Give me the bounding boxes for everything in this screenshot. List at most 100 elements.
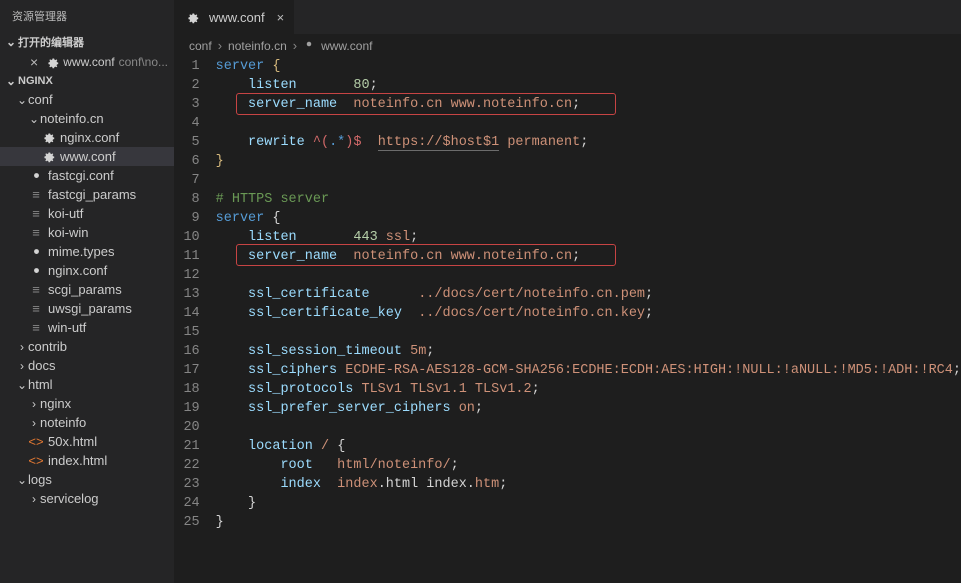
chevron-right-icon: › bbox=[293, 38, 297, 53]
tree-label: uwsgi_params bbox=[48, 301, 132, 316]
code-token: } bbox=[216, 154, 224, 169]
tree-label: scgi_params bbox=[48, 282, 122, 297]
gear-icon bbox=[303, 38, 315, 53]
code-token: ^( bbox=[313, 135, 329, 150]
code-token: { bbox=[272, 59, 280, 74]
breadcrumb-part: conf bbox=[189, 39, 212, 53]
tree-folder-conf[interactable]: ⌄ conf bbox=[0, 90, 174, 109]
code-token: permanent bbox=[507, 135, 580, 150]
breadcrumb-part: noteinfo.cn bbox=[228, 39, 287, 53]
tab-bar: www.conf × bbox=[175, 0, 961, 34]
tree-file-wwwconf[interactable]: www.conf bbox=[0, 147, 174, 166]
code-token: html/noteinfo/ bbox=[337, 458, 450, 473]
open-editors-header[interactable]: ⌄ 打开的编辑器 bbox=[0, 32, 174, 52]
code-token: index bbox=[337, 477, 378, 492]
line-numbers: 1234567891011121314151617181920212223242… bbox=[175, 57, 216, 583]
breadcrumb-part: www.conf bbox=[321, 39, 372, 53]
code-token: listen bbox=[248, 78, 297, 93]
code-token: } bbox=[248, 496, 256, 511]
chevron-right-icon: › bbox=[218, 38, 222, 53]
tree-file[interactable]: ≡ uwsgi_params bbox=[0, 299, 174, 318]
code-token: root bbox=[280, 458, 312, 473]
tree-label: win-utf bbox=[48, 320, 86, 335]
chevron-right-icon: › bbox=[28, 397, 40, 411]
tree-folder-html[interactable]: ⌄html bbox=[0, 375, 174, 394]
tree-label: html bbox=[28, 377, 53, 392]
tree-file[interactable]: ≡win-utf bbox=[0, 318, 174, 337]
chevron-down-icon: ⌄ bbox=[16, 378, 28, 392]
chevron-down-icon: ⌄ bbox=[28, 112, 40, 126]
tree-folder[interactable]: ›contrib bbox=[0, 337, 174, 356]
open-editor-item[interactable]: × www.conf conf\no... bbox=[0, 52, 174, 72]
close-icon[interactable]: × bbox=[30, 54, 42, 70]
editor[interactable]: 1234567891011121314151617181920212223242… bbox=[175, 57, 961, 583]
code-token: # HTTPS server bbox=[216, 192, 329, 207]
code-token: ; bbox=[370, 78, 378, 93]
tree-file-nginxconf[interactable]: nginx.conf bbox=[0, 128, 174, 147]
tree-file[interactable]: <>index.html bbox=[0, 451, 174, 470]
tree-label: docs bbox=[28, 358, 55, 373]
file-icon: ≡ bbox=[28, 187, 44, 202]
gear-icon bbox=[46, 55, 59, 69]
tree-file[interactable]: ≡koi-win bbox=[0, 223, 174, 242]
tree-label: conf bbox=[28, 92, 53, 107]
tree-file[interactable]: nginx.conf bbox=[0, 261, 174, 280]
gear-icon bbox=[185, 10, 199, 24]
code-token: 80 bbox=[353, 78, 369, 93]
code-token: server bbox=[216, 59, 265, 74]
code-token: ; bbox=[426, 344, 434, 359]
code-token: 443 bbox=[353, 230, 377, 245]
tree-label: 50x.html bbox=[48, 434, 97, 449]
tree-label: servicelog bbox=[40, 491, 99, 506]
code-token: ; bbox=[645, 306, 653, 321]
tree-file[interactable]: <> 50x.html bbox=[0, 432, 174, 451]
tree-file[interactable]: ≡koi-utf bbox=[0, 204, 174, 223]
gear-icon bbox=[28, 264, 44, 277]
html-icon: <> bbox=[28, 434, 44, 449]
code-area[interactable]: server { listen 80; server_name noteinfo… bbox=[216, 57, 961, 583]
code-token: ; bbox=[499, 477, 507, 492]
code-token: ; bbox=[532, 382, 540, 397]
tree-file[interactable]: ≡scgi_params bbox=[0, 280, 174, 299]
tree-folder-noteinfo[interactable]: ⌄ noteinfo.cn bbox=[0, 109, 174, 128]
tree-folder[interactable]: ›docs bbox=[0, 356, 174, 375]
file-icon: ≡ bbox=[28, 206, 44, 221]
code-token: ; bbox=[580, 135, 588, 150]
workspace-name: NGINX bbox=[18, 75, 53, 87]
chevron-right-icon: › bbox=[16, 340, 28, 354]
tab-label: www.conf bbox=[209, 10, 265, 25]
tree-folder-logs[interactable]: ⌄logs bbox=[0, 470, 174, 489]
code-token: ../docs/cert/noteinfo.cn.key bbox=[418, 306, 645, 321]
tab-wwwconf[interactable]: www.conf × bbox=[175, 0, 295, 34]
tree-file[interactable]: fastcgi.conf bbox=[0, 166, 174, 185]
file-icon: ≡ bbox=[28, 301, 44, 316]
open-editor-context: conf\no... bbox=[119, 55, 168, 69]
breadcrumb[interactable]: conf › noteinfo.cn › www.conf bbox=[175, 34, 961, 57]
tree-file[interactable]: ≡fastcgi_params bbox=[0, 185, 174, 204]
code-token: ; bbox=[572, 249, 580, 264]
gear-icon bbox=[40, 150, 56, 163]
main: www.conf × conf › noteinfo.cn › www.conf… bbox=[175, 0, 961, 583]
close-icon[interactable]: × bbox=[277, 10, 285, 25]
code-token: server bbox=[216, 211, 265, 226]
code-token: index bbox=[280, 477, 321, 492]
chevron-right-icon: › bbox=[16, 359, 28, 373]
code-token: ssl_ciphers bbox=[248, 363, 337, 378]
tree-label: nginx bbox=[40, 396, 71, 411]
code-token: noteinfo.cn www.noteinfo.cn bbox=[353, 97, 572, 112]
code-token: } bbox=[216, 515, 224, 530]
code-token: .html index. bbox=[378, 477, 475, 492]
workspace-header[interactable]: ⌄ NGINX bbox=[0, 72, 174, 90]
code-token: ; bbox=[410, 230, 418, 245]
code-token: ssl_prefer_server_ciphers bbox=[248, 401, 451, 416]
code-token: ssl_certificate_key bbox=[248, 306, 402, 321]
tree-folder[interactable]: ›servicelog bbox=[0, 489, 174, 508]
open-editor-name: www.conf bbox=[63, 55, 114, 69]
tree-folder[interactable]: ›noteinfo bbox=[0, 413, 174, 432]
explorer-title: 资源管理器 bbox=[0, 0, 174, 32]
chevron-right-icon: › bbox=[28, 492, 40, 506]
tree-label: fastcgi.conf bbox=[48, 168, 114, 183]
tree-file[interactable]: mime.types bbox=[0, 242, 174, 261]
tree-label: nginx.conf bbox=[48, 263, 107, 278]
tree-folder[interactable]: ›nginx bbox=[0, 394, 174, 413]
